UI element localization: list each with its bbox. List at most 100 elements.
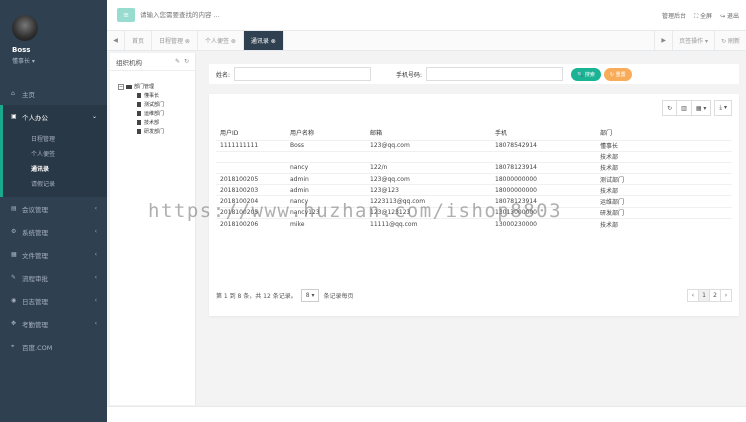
table-cell: 122/n xyxy=(366,161,491,174)
refresh-icon[interactable]: ↻ xyxy=(184,58,189,65)
table-row[interactable]: 2018100203 admin 123@123 18000000000 技术部 xyxy=(216,184,732,196)
menu-toggle-button[interactable]: ≡ xyxy=(117,8,135,22)
table-cell xyxy=(286,150,366,163)
columns-icon[interactable]: ▦ ▾ xyxy=(690,100,712,116)
folder-icon xyxy=(126,84,132,89)
tab-scroll-left-button[interactable]: ◀ xyxy=(107,31,125,50)
sidebar-item-home[interactable]: ⌂ 主页 xyxy=(0,82,107,105)
tree-node[interactable]: 运维部门 xyxy=(118,109,195,118)
sidebar-item-logs[interactable]: ◉ 日志管理 ‹ xyxy=(0,289,107,312)
chevron-left-icon: ‹ xyxy=(94,251,97,258)
sidebar-item-label: 会议管理 xyxy=(22,205,48,214)
tree-node[interactable]: 研发部门 xyxy=(118,127,195,136)
sidebar-item-approval[interactable]: ✎ 流程审批 ‹ xyxy=(0,266,107,289)
table-cell: 测试部门 xyxy=(596,173,732,185)
tab-operations-dropdown[interactable]: 页签操作 ▾ xyxy=(672,31,714,50)
tree-node-label: 技术部 xyxy=(144,120,160,126)
tree-node[interactable]: 懂事长 xyxy=(118,91,195,100)
document-icon xyxy=(137,120,141,125)
sidebar-item-label: 日志管理 xyxy=(22,297,48,306)
tree-node-label: 研发部门 xyxy=(144,129,165,135)
tree-node[interactable]: 测试部门 xyxy=(118,100,195,109)
table-cell: 技术部 xyxy=(596,161,732,174)
sidebar-subitem-schedule[interactable]: 日程管理 xyxy=(3,131,107,146)
sidebar: Boss 懂事长 ▾ ⌂ 主页 ▣ 个人办公 ⌄ 日程管理 个人便签 通讯录 请… xyxy=(0,0,107,422)
avatar[interactable] xyxy=(12,15,38,41)
phone-input[interactable] xyxy=(426,67,564,81)
tab-tools: ▶ 页签操作 ▾ ↻ 刷新 xyxy=(654,31,746,50)
tab-home[interactable]: 首页 xyxy=(125,31,153,50)
toggle-view-icon[interactable]: ▥ xyxy=(676,100,692,116)
table-cell: 2018100205 xyxy=(216,173,286,185)
logout-button[interactable]: ↪ 退出 xyxy=(720,11,739,21)
chevron-left-icon: ‹ xyxy=(94,228,97,235)
reset-button[interactable]: ↻ 重置 xyxy=(603,67,632,81)
tab-scroll-right-button[interactable]: ▶ xyxy=(654,31,672,50)
user-profile: Boss 懂事长 ▾ xyxy=(0,0,107,80)
column-header[interactable]: 用户ID xyxy=(216,125,286,140)
document-icon xyxy=(137,93,141,98)
page-size-suffix: 条记录每页 xyxy=(323,293,354,300)
sidebar-subitem-contacts[interactable]: 通讯录 xyxy=(3,161,107,176)
table-cell: 懂事长 xyxy=(596,139,732,152)
attendance-icon: ✥ xyxy=(11,320,17,327)
sidebar-item-baidu[interactable]: ⌖ 百度.COM xyxy=(0,335,107,358)
sidebar-item-office[interactable]: ▣ 个人办公 ⌄ xyxy=(0,105,107,128)
tab-contacts[interactable]: 通讯录 ⊗ xyxy=(243,31,284,50)
table-cell: nancy xyxy=(286,161,366,174)
table-cell xyxy=(366,150,491,163)
admin-link[interactable]: 管理后台 xyxy=(662,11,686,21)
refresh-icon[interactable]: ↻ xyxy=(662,100,678,116)
collapse-icon[interactable]: − xyxy=(118,83,124,90)
search-button[interactable]: 🔍 搜索 xyxy=(571,67,601,81)
table-row[interactable]: 2018100205 admin 123@qq.com 18000000000 测试部门 xyxy=(216,173,732,185)
sidebar-submenu: 日程管理 个人便签 通讯录 请假记录 xyxy=(0,128,107,197)
sidebar-item-label: 文件管理 xyxy=(22,251,48,260)
table-cell: 123@qq.com xyxy=(366,173,491,185)
search-input[interactable] xyxy=(140,8,310,22)
tab-notes[interactable]: 个人便签 ⊗ xyxy=(198,31,244,50)
refresh-button[interactable]: ↻ 刷新 xyxy=(714,31,746,50)
sidebar-item-attendance[interactable]: ✥ 考勤管理 ‹ xyxy=(0,312,107,335)
export-icon[interactable]: ⤓ ▾ xyxy=(714,100,732,116)
eye-icon: ◉ xyxy=(11,297,17,304)
chevron-left-icon: ‹ xyxy=(94,297,97,304)
column-header[interactable]: 邮箱 xyxy=(366,125,491,140)
next-page-button[interactable]: › xyxy=(720,289,732,302)
table-row[interactable]: 技术部 xyxy=(216,150,732,163)
table-row[interactable]: nancy 122/n 18078123914 技术部 xyxy=(216,161,732,174)
office-icon: ▣ xyxy=(11,113,17,120)
fullscreen-button[interactable]: ⛶ 全屏 xyxy=(694,11,712,21)
tree-root-node[interactable]: − 部门管理 xyxy=(118,82,195,91)
gear-icon: ⚙ xyxy=(11,228,17,235)
column-header[interactable]: 手机 xyxy=(491,125,596,140)
edit-icon[interactable]: ✎ xyxy=(175,58,180,65)
table-cell xyxy=(216,150,286,163)
tab-schedule[interactable]: 日程管理 ⊗ xyxy=(152,31,198,50)
user-name: Boss xyxy=(12,46,31,54)
column-header[interactable]: 部门 xyxy=(596,125,732,140)
sidebar-item-system[interactable]: ⚙ 系统管理 ‹ xyxy=(0,220,107,243)
pagination-text: 第 1 到 8 条，共 12 条记录。 xyxy=(216,293,297,300)
table-header-row: 用户ID 用户名称 邮箱 手机 部门 xyxy=(216,125,732,140)
tree-node-label: 懂事长 xyxy=(144,93,160,99)
sidebar-subitem-leave[interactable]: 请假记录 xyxy=(3,176,107,191)
tree-node-label: 运维部门 xyxy=(144,111,165,117)
sidebar-item-meeting[interactable]: ▤ 会议管理 ‹ xyxy=(0,197,107,220)
tree-node[interactable]: 技术部 xyxy=(118,118,195,127)
sidebar-item-label: 百度.COM xyxy=(22,343,53,352)
name-input[interactable] xyxy=(234,67,372,81)
table-cell: admin xyxy=(286,184,366,196)
chevron-left-icon: ‹ xyxy=(94,274,97,281)
watermark-text: https://www.huzhan.com/ishop8803 xyxy=(148,200,563,222)
table-cell: 研发部门 xyxy=(596,206,732,219)
table-row[interactable]: 1111111111 Boss 123@qq.com 18078542914 懂事长 xyxy=(216,139,732,152)
sidebar-subitem-notes[interactable]: 个人便签 xyxy=(3,146,107,161)
sidebar-item-files[interactable]: ▦ 文件管理 ‹ xyxy=(0,243,107,266)
sidebar-item-label: 主页 xyxy=(22,90,35,99)
table-toolbar: ↻ ▥ ▦ ▾ ⤓ ▾ xyxy=(662,100,732,116)
user-role-dropdown[interactable]: 懂事长 ▾ xyxy=(12,56,107,65)
column-header[interactable]: 用户名称 xyxy=(286,125,366,140)
org-tree-panel: 组织机构 ✎ ↻ − 部门管理 懂事长 测试部门 运维部门 技术部 研发部门 xyxy=(110,53,196,405)
page-size-select[interactable]: 8 ▾ xyxy=(300,289,320,302)
